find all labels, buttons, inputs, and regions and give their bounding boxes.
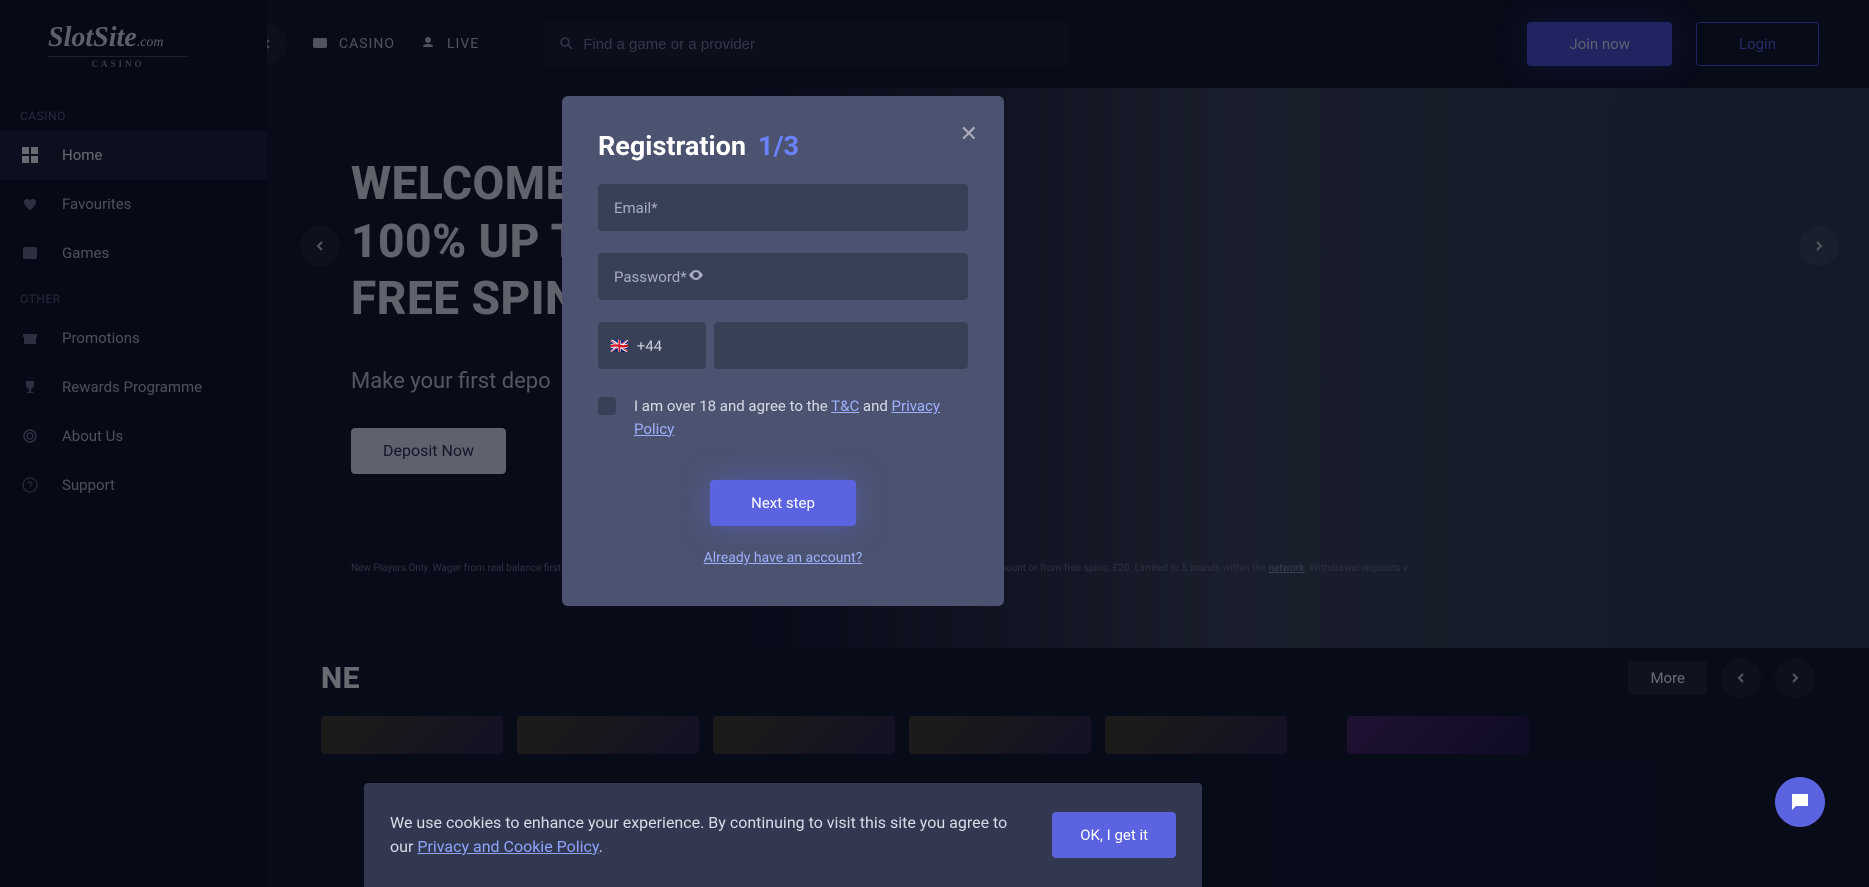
agree-checkbox[interactable] (598, 397, 616, 415)
cookie-policy-link[interactable]: Privacy and Cookie Policy (417, 837, 598, 856)
phone-number-field[interactable] (714, 322, 968, 369)
terms-link[interactable]: T&C (831, 397, 859, 415)
password-field[interactable]: Password* (598, 253, 968, 300)
password-label: Password* (614, 268, 687, 286)
phone-input[interactable] (726, 322, 956, 369)
cookie-accept-button[interactable]: OK, I get it (1052, 812, 1176, 858)
next-step-button[interactable]: Next step (710, 480, 856, 526)
modal-title: Registration 1/3 (598, 130, 968, 162)
agree-text: I am over 18 and agree to the T&C and Pr… (634, 395, 968, 440)
step-indicator: 1/3 (758, 130, 799, 162)
registration-modal: ✕ Registration 1/3 Email* Password* 🇬🇧 +… (562, 96, 1004, 606)
country-code-select[interactable]: 🇬🇧 +44 (598, 322, 706, 369)
cookie-text: We use cookies to enhance your experienc… (390, 811, 1026, 859)
chat-button[interactable] (1775, 777, 1825, 827)
eye-icon[interactable] (687, 266, 705, 288)
chat-icon (1788, 790, 1812, 814)
country-code: +44 (637, 337, 662, 355)
already-account-link[interactable]: Already have an account? (598, 550, 968, 566)
flag-icon: 🇬🇧 (610, 337, 629, 355)
cookie-banner: We use cookies to enhance your experienc… (364, 783, 1202, 887)
email-label: Email* (614, 199, 658, 217)
email-field[interactable]: Email* (598, 184, 968, 231)
close-icon[interactable]: ✕ (960, 122, 978, 147)
